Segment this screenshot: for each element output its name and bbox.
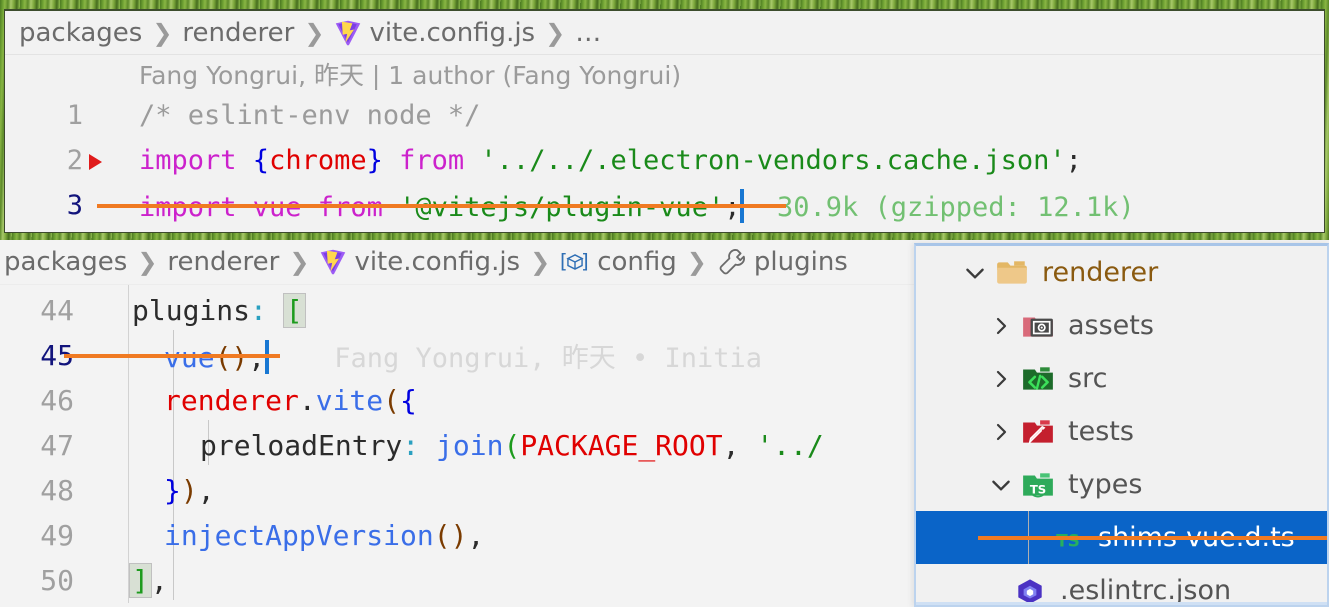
peek-breadcrumb[interactable]: packages ❯ renderer ❯ vite.config.js ❯ … <box>5 11 1324 55</box>
tree-item-label: types <box>1068 469 1143 500</box>
blame-header: Fang Yongrui, 昨天 | 1 author (Fang Yongru… <box>139 61 682 90</box>
chevron-down-icon[interactable] <box>958 260 992 286</box>
breadcrumb-item-file[interactable]: vite.config.js <box>369 18 535 48</box>
svg-text:[: [ <box>560 250 568 273</box>
breadcrumb-separator: ❯ <box>545 18 566 47</box>
tree-item-label: assets <box>1068 310 1154 341</box>
breadcrumb-item-config[interactable]: config <box>597 247 677 277</box>
vite-icon <box>319 248 347 276</box>
token-brace: } <box>366 145 383 176</box>
folder-open-icon <box>992 258 1032 288</box>
matching-bracket-highlight: ] <box>129 563 152 598</box>
line-number: 46 <box>40 384 74 417</box>
folder-src-icon <box>1018 364 1058 394</box>
breadcrumb-item-packages[interactable]: packages <box>4 247 127 277</box>
line-number: 1 <box>66 100 83 131</box>
matching-bracket-highlight: [ <box>282 293 306 328</box>
line-content[interactable]: ], <box>96 563 168 598</box>
token-brace: { <box>252 145 270 176</box>
bundle-size-hint: 30.9k (gzipped: 12.1k) <box>776 191 1135 223</box>
folder-assets-icon <box>1018 311 1058 341</box>
tree-item-tests[interactable]: tests <box>916 405 1327 458</box>
line-content[interactable]: import vue from '@vitejs/plugin-vue'; 30… <box>97 188 1135 223</box>
token-comment: /* eslint-env node */ <box>139 100 481 131</box>
panel-bottom-edge <box>916 602 1327 605</box>
vite-icon <box>334 19 362 47</box>
wrench-icon <box>717 247 747 277</box>
breadcrumb-separator: ❯ <box>530 248 551 276</box>
line-content[interactable]: /* eslint-env node */ <box>97 100 480 131</box>
breadcrumb-separator: ❯ <box>152 18 173 47</box>
object-icon: [ ] <box>560 249 590 275</box>
breadcrumb-separator: ❯ <box>137 248 158 276</box>
tree-item-types[interactable]: TS types <box>916 458 1327 511</box>
chevron-right-icon[interactable] <box>984 314 1018 338</box>
breadcrumb-item-renderer[interactable]: renderer <box>167 247 279 277</box>
line-number: 47 <box>40 429 74 462</box>
removed-line-strikethrough <box>64 353 280 358</box>
peek-editor-panel: packages ❯ renderer ❯ vite.config.js ❯ …… <box>4 9 1325 233</box>
token-identifier: chrome <box>269 145 367 176</box>
token-punctuation: ; <box>1065 145 1082 176</box>
peek-code-body: Fang Yongrui, 昨天 | 1 author (Fang Yongru… <box>5 55 1324 228</box>
breadcrumb-separator: ❯ <box>304 18 325 47</box>
svg-text:TS: TS <box>1030 482 1046 496</box>
token-keyword: from <box>382 145 481 176</box>
breadcrumb-separator: ❯ <box>289 248 310 276</box>
line-number: 49 <box>40 519 74 552</box>
line-number-current: 3 <box>66 190 83 221</box>
tree-item-assets[interactable]: assets <box>916 299 1327 352</box>
folder-types-icon: TS <box>1018 470 1058 500</box>
peek-code-line[interactable]: 2 import {chrome} from '../../.electron-… <box>5 138 1324 183</box>
line-content[interactable]: plugins: [ <box>96 293 306 328</box>
chevron-down-icon[interactable] <box>984 472 1018 498</box>
inline-blame: Fang Yongrui, 昨天 • Initia <box>334 343 763 374</box>
file-explorer-panel[interactable]: renderer assets src tests TS types TS sh… <box>914 243 1329 607</box>
chevron-right-icon[interactable] <box>984 367 1018 391</box>
folder-tests-icon <box>1018 417 1058 447</box>
line-content[interactable]: preloadEntry: join(PACKAGE_ROOT, '../ <box>96 429 824 462</box>
tree-item-label: renderer <box>1042 257 1159 288</box>
peek-code-line[interactable]: 3 import vue from '@vitejs/plugin-vue'; … <box>5 183 1324 228</box>
tree-item-renderer[interactable]: renderer <box>916 246 1327 299</box>
line-content[interactable]: }), <box>96 474 215 507</box>
breadcrumb-item-file[interactable]: vite.config.js <box>354 247 520 277</box>
token-keyword: import <box>139 145 253 176</box>
breadcrumb-item-packages[interactable]: packages <box>19 18 142 48</box>
chevron-right-icon[interactable] <box>984 420 1018 444</box>
breadcrumb-item-renderer[interactable]: renderer <box>182 18 294 48</box>
screen-root: packages ❯ renderer ❯ vite.config.js ❯ …… <box>0 0 1329 607</box>
removed-item-strikethrough <box>978 535 1327 540</box>
line-number: 2 <box>66 145 83 176</box>
eslint-file-icon <box>1010 576 1050 606</box>
breadcrumb-separator: ❯ <box>686 248 707 276</box>
line-content[interactable]: renderer.vite({ <box>96 384 417 417</box>
tree-item-src[interactable]: src <box>916 352 1327 405</box>
tree-item-label: src <box>1068 363 1108 394</box>
breadcrumb-item-plugins[interactable]: plugins <box>754 247 848 277</box>
tree-item-shims-vue[interactable]: TS shims-vue.d.ts <box>916 511 1327 564</box>
line-content[interactable]: vue(), Fang Yongrui, 昨天 • Initia <box>64 336 763 375</box>
removed-line-strikethrough <box>97 203 786 208</box>
line-number: 44 <box>40 294 74 327</box>
token-string: '../../.electron-vendors.cache.json' <box>480 145 1066 176</box>
breadcrumb-item-more[interactable]: … <box>575 18 601 48</box>
peek-code-line[interactable]: 1 /* eslint-env node */ <box>5 93 1324 138</box>
svg-text:TS: TS <box>1056 531 1080 551</box>
tree-item-label: tests <box>1068 416 1134 447</box>
line-number: 48 <box>40 474 74 507</box>
tree-item-eslintrc[interactable]: .eslintrc.json <box>916 564 1327 606</box>
line-number: 50 <box>40 564 74 597</box>
line-content[interactable]: import {chrome} from '../../.electron-ve… <box>97 145 1082 176</box>
line-content[interactable]: injectAppVersion(), <box>96 519 484 552</box>
